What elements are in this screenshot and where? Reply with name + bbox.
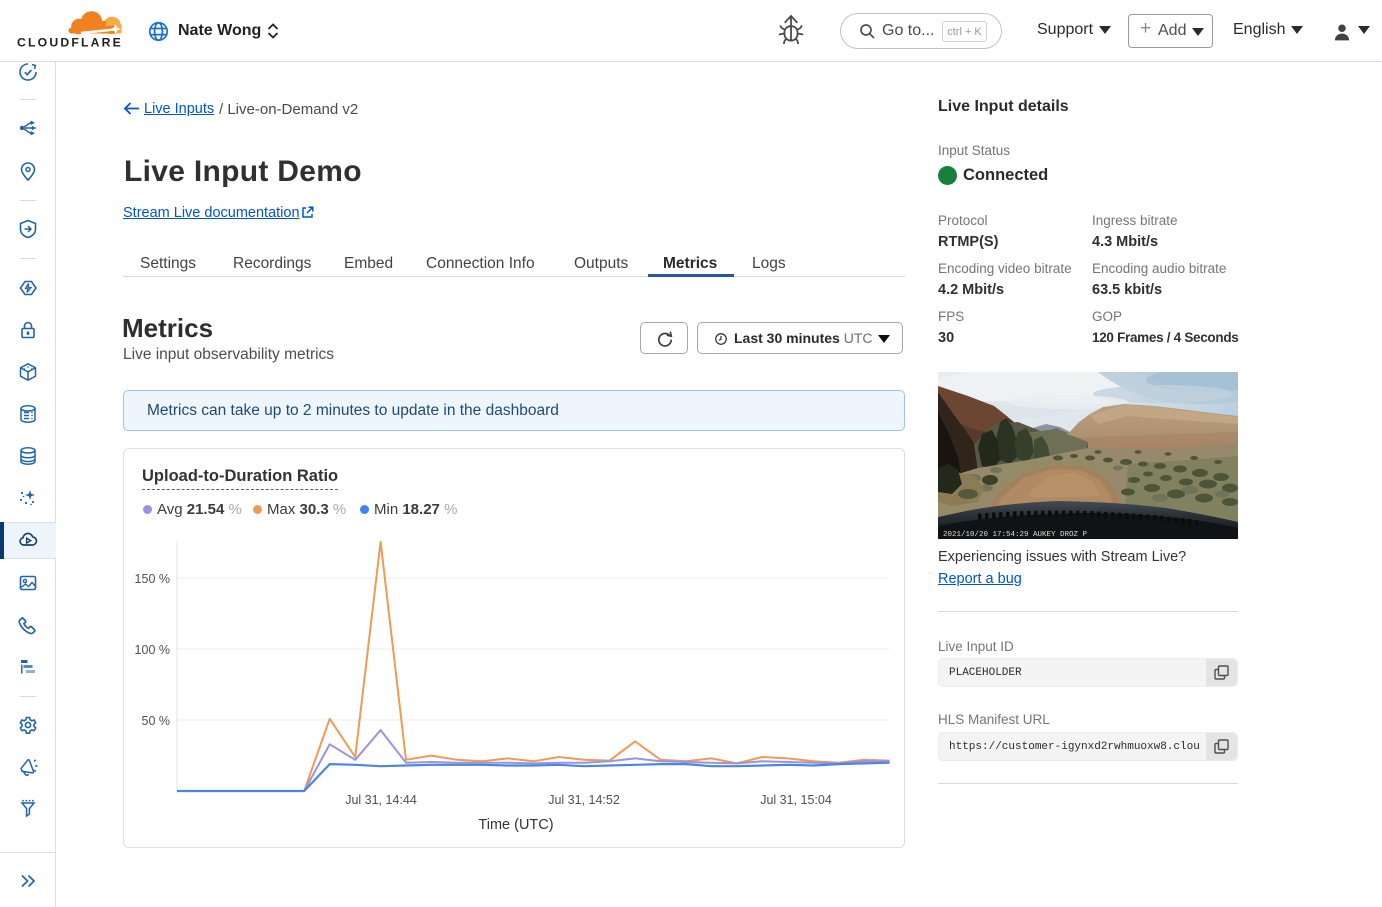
svg-text:50 %: 50 % [142, 714, 171, 728]
svg-text:Time (UTC): Time (UTC) [478, 817, 553, 833]
svg-text:150 %: 150 % [135, 572, 170, 586]
svg-text:Jul 31, 14:44: Jul 31, 14:44 [345, 793, 417, 807]
svg-text:2021/10/20 17:54:29 AUKEY DROZ: 2021/10/20 17:54:29 AUKEY DROZ P [943, 531, 1088, 539]
svg-text:Jul 31, 15:04: Jul 31, 15:04 [760, 793, 832, 807]
svg-text:CLOUDFLARE: CLOUDFLARE [17, 36, 123, 50]
svg-text:100 %: 100 % [135, 643, 170, 657]
svg-text:Jul 31, 14:52: Jul 31, 14:52 [548, 793, 620, 807]
